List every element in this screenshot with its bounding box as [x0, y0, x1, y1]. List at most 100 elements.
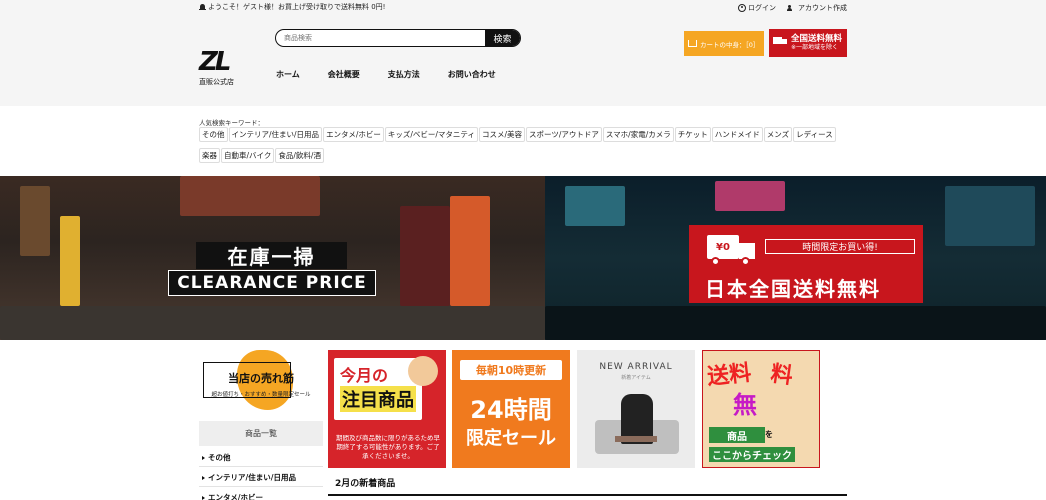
promo-card-24h-sale[interactable]: 毎朝10時更新 24時間 限定セール [452, 350, 570, 468]
free-ship-text-b: 料 [769, 361, 795, 390]
divider [199, 486, 323, 487]
keyword-chip[interactable]: その他 [199, 127, 228, 142]
free-ship-particle: を [765, 430, 773, 439]
nav-payment[interactable]: 支払方法 [388, 69, 420, 80]
truck-price: ¥0 [707, 235, 739, 259]
caret-right-icon [202, 455, 205, 460]
logo-mark: ZL [199, 47, 231, 77]
login-label: ログイン [748, 4, 776, 12]
nav-home[interactable]: ホーム [276, 69, 300, 80]
cart-icon [688, 40, 697, 47]
category-label: その他 [208, 453, 231, 462]
caret-right-icon [202, 475, 205, 480]
truck-icon [773, 37, 787, 46]
new-arrivals-heading: 2月の新着商品 [335, 479, 396, 489]
keyword-chip[interactable]: 楽器 [199, 148, 220, 163]
free-ship-products: 商品 [709, 427, 765, 443]
sale-tag: 毎朝10時更新 [460, 360, 562, 380]
banner-clearance[interactable]: 在庫一掃 CLEARANCE PRICE [0, 176, 545, 340]
street-scenery [400, 206, 450, 306]
sale-title: 24時間 [470, 396, 552, 424]
divider [328, 494, 847, 496]
keyword-row-1: その他 インテリア/住まい/日用品 エンタメ/ホビー キッズ/ベビー/マタニティ… [199, 127, 836, 142]
promo-card-free-shipping[interactable]: 送料 料 無 商品 を ここからチェック [702, 350, 820, 468]
person-illustration [408, 356, 438, 386]
featured-note: 期間及び商品数に限りがあるため早期終了する可能性があります。ご了承くださいませ。 [336, 434, 440, 460]
keyword-chip[interactable]: コスメ/美容 [478, 127, 526, 142]
promo-title: 日本全国送料無料 [705, 277, 881, 301]
street-scenery [180, 176, 320, 216]
keyword-chip[interactable]: キッズ/ベビー/マタニティ [384, 127, 478, 142]
signup-link[interactable]: アカウント作成 [787, 3, 847, 13]
site-header: ようこそ！ゲスト様！お買上げ受け取りで送料無料 0円! ログイン アカウント作成… [0, 0, 1046, 106]
pillow-illustration [615, 436, 657, 442]
keyword-chip[interactable]: エンタメ/ホビー [323, 127, 384, 142]
main-nav: ホーム 会社概要 支払方法 お問い合わせ [276, 69, 524, 80]
new-arrival-subtitle: 新着アイテム [621, 375, 651, 381]
keyword-label: 人気検索キーワード： [199, 119, 264, 127]
street-scenery [60, 216, 80, 306]
caret-right-icon [202, 495, 205, 500]
bell-icon [199, 3, 206, 11]
street-scenery [565, 186, 625, 226]
keyword-chip[interactable]: スポーツ/アウトドア [526, 127, 602, 142]
street-scenery [20, 186, 50, 256]
nav-company[interactable]: 会社概要 [328, 69, 360, 80]
add-user-icon [787, 4, 796, 12]
logo-subtitle: 直販公式店 [199, 78, 234, 86]
category-item[interactable]: その他 [202, 452, 231, 463]
keyword-chip[interactable]: 自動車/バイク [221, 148, 275, 163]
cart-label: カートの中身：［0］ [700, 40, 760, 49]
login-link[interactable]: ログイン [738, 3, 776, 13]
keyword-chip[interactable]: 食品/飲料/酒 [275, 148, 324, 163]
cart-button[interactable]: カートの中身：［0］ [684, 31, 764, 56]
street-scenery [715, 181, 785, 211]
keyword-row-2: 楽器 自動車/バイク 食品/飲料/酒 [199, 148, 324, 163]
category-heading: 商品一覧 [199, 421, 323, 446]
promo-card-new-arrival[interactable]: NEW ARRIVAL 新着アイテム [577, 350, 695, 468]
featured-title-b: 注目商品 [340, 386, 416, 412]
free-ship-cta: ここからチェック [709, 447, 795, 462]
clearance-subtitle: CLEARANCE PRICE [168, 270, 376, 296]
street-scenery [545, 306, 1046, 340]
free-shipping-note: ※一部地域を除く [791, 44, 839, 51]
free-ship-text-c: 無 [733, 391, 757, 419]
keyword-chip[interactable]: インテリア/住まい/日用品 [228, 127, 323, 142]
divider [199, 466, 323, 467]
truck-icon: ¥0 [707, 235, 759, 267]
banner-free-shipping[interactable]: ¥0 時間限定お買い得! 日本全国送料無料 [545, 176, 1046, 340]
bestseller-subtitle: 超お値打ち・おすすめ・数量限定セール [211, 392, 311, 398]
street-scenery [450, 196, 490, 306]
keyword-chip[interactable]: スマホ/家電/カメラ [602, 127, 674, 142]
sale-subtitle: 限定セール [466, 428, 556, 449]
welcome-text: ようこそ！ゲスト様！お買上げ受け取りで送料無料 0円! [208, 3, 386, 11]
promo-tag: 時間限定お買い得! [765, 239, 915, 254]
new-arrival-title: NEW ARRIVAL [599, 362, 673, 372]
keyword-chip[interactable]: メンズ [763, 127, 793, 142]
category-item[interactable]: エンタメ/ホビー [202, 492, 263, 500]
promo-card-featured[interactable]: 今月の 注目商品 期間及び商品数に限りがあるため早期終了する可能性があります。ご… [328, 350, 446, 468]
keyword-chip[interactable]: ハンドメイド [711, 127, 763, 142]
site-logo[interactable]: ZL 直販公式店 [199, 48, 241, 90]
category-item[interactable]: インテリア/住まい/日用品 [202, 472, 296, 483]
category-label: エンタメ/ホビー [208, 493, 264, 500]
bestseller-banner[interactable]: 当店の売れ筋 超お値打ち・おすすめ・数量限定セール [199, 350, 323, 412]
user-icon [738, 4, 746, 12]
street-scenery [945, 186, 1035, 246]
free-shipping-badge[interactable]: 全国送料無料 ※一部地域を除く [769, 29, 847, 57]
category-label: インテリア/住まい/日用品 [208, 473, 296, 482]
keyword-chip[interactable]: チケット [674, 127, 711, 142]
promo-box: ¥0 時間限定お買い得! 日本全国送料無料 [689, 225, 923, 303]
free-shipping-title: 全国送料無料 [791, 34, 843, 44]
bestseller-title: 当店の売れ筋 [228, 372, 294, 385]
keyword-chip[interactable]: レディース [793, 127, 836, 142]
featured-title-a: 今月の [340, 366, 389, 385]
nav-contact[interactable]: お問い合わせ [448, 69, 496, 80]
welcome-bar: ようこそ！ゲスト様！お買上げ受け取りで送料無料 0円! [199, 2, 385, 12]
search-button[interactable]: 検索 [485, 30, 520, 46]
signup-label: アカウント作成 [798, 4, 847, 12]
clearance-title: 在庫一掃 [196, 242, 347, 269]
street-scenery [0, 306, 545, 340]
search-bar: 検索 [275, 29, 521, 47]
search-input[interactable] [276, 30, 485, 46]
